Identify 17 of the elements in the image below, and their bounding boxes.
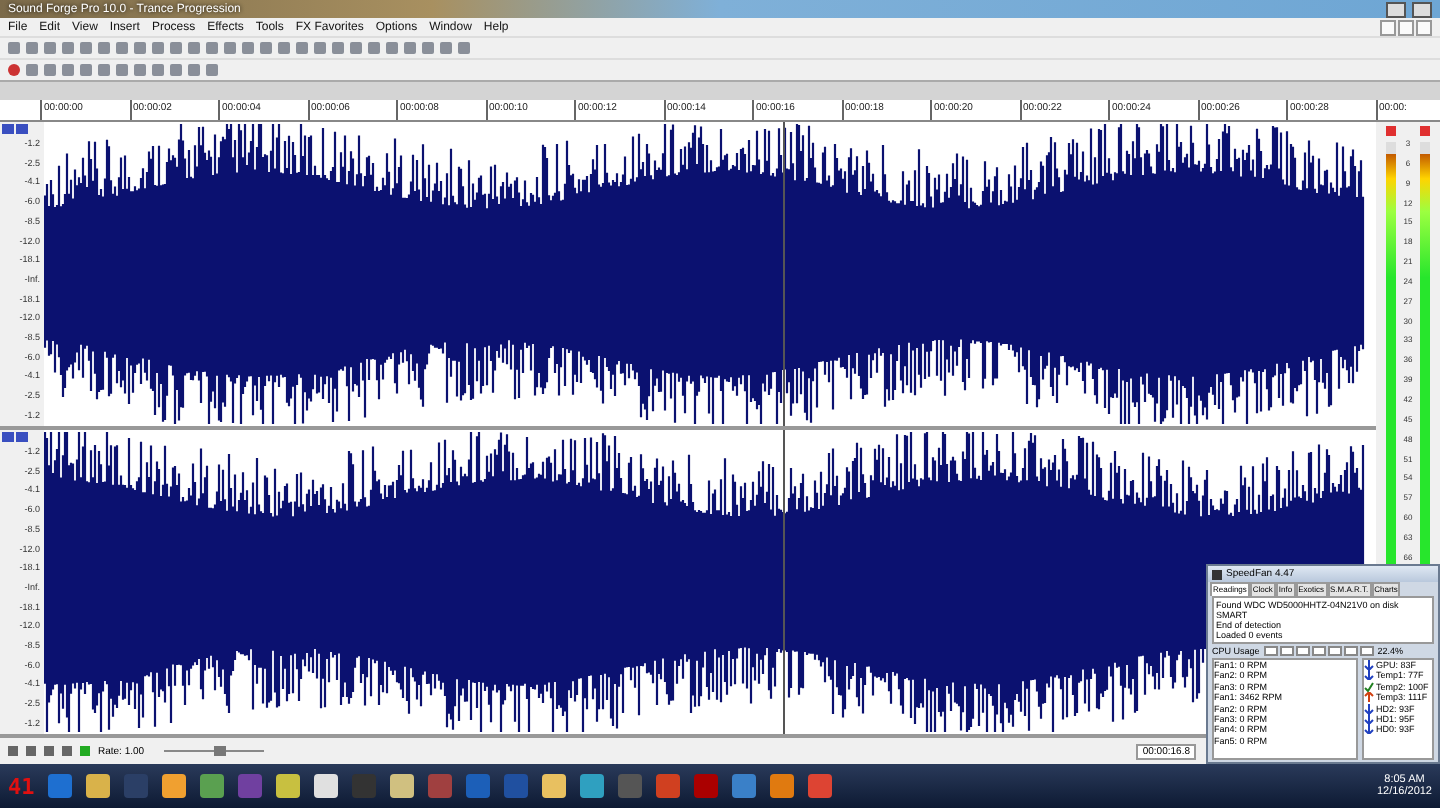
app-icon[interactable] — [580, 774, 605, 798]
record-icon[interactable] — [8, 64, 20, 76]
slider-thumb[interactable] — [213, 746, 226, 756]
app-icon[interactable] — [770, 774, 795, 798]
clip-indicator — [1420, 126, 1430, 136]
app-icon[interactable] — [200, 774, 225, 798]
clip-indicator — [1386, 126, 1396, 136]
arrow-up-icon — [1364, 692, 1374, 703]
app-icon[interactable] — [542, 774, 567, 798]
app-icon[interactable] — [276, 774, 301, 798]
app-icon[interactable] — [86, 774, 111, 798]
app-icon[interactable] — [314, 774, 339, 798]
check-icon — [1364, 681, 1374, 692]
app-icon[interactable] — [390, 774, 415, 798]
counter-text: 41 — [8, 773, 35, 799]
app-icon — [1212, 569, 1222, 579]
app-icon[interactable] — [162, 774, 187, 798]
